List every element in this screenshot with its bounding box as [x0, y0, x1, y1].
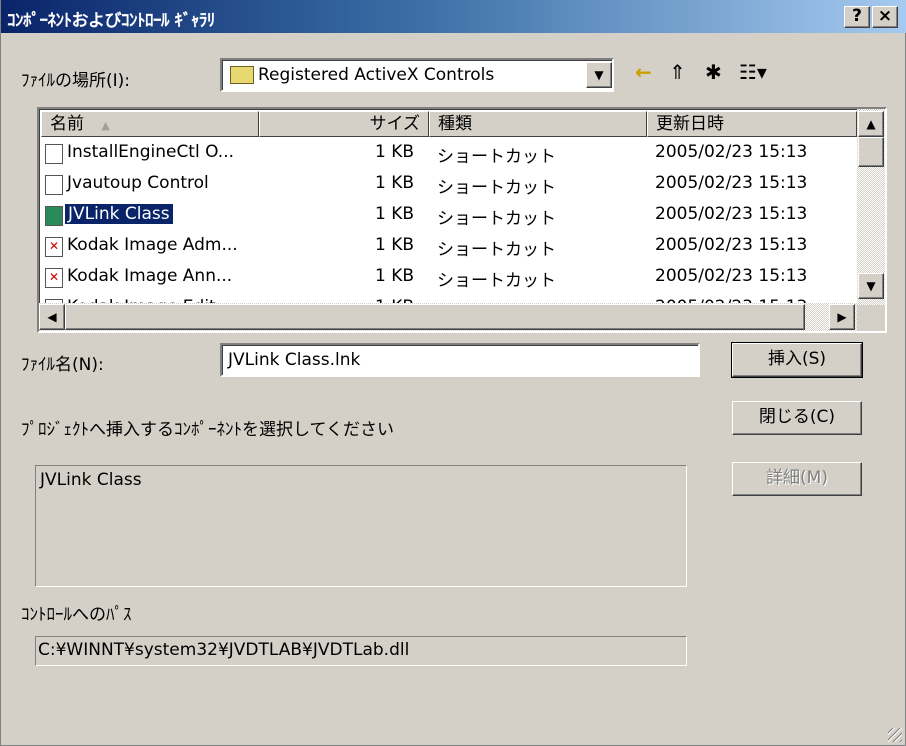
vertical-scroll-thumb[interactable] [858, 137, 884, 167]
item-date: 2005/02/23 15:13 [655, 235, 808, 255]
path-box: C:¥WINNT¥system32¥JVDTLAB¥JVDTLab.dll [35, 636, 687, 666]
scroll-up-icon: ▲ [866, 117, 876, 131]
close-window-button[interactable]: × [872, 6, 898, 28]
close-icon: × [877, 6, 893, 26]
path-label: ｺﾝﾄﾛｰﾙへのﾊﾟｽ [21, 605, 132, 625]
column-size-label: サイズ [369, 114, 421, 134]
location-value: Registered ActiveX Controls [258, 65, 495, 85]
column-header-date[interactable]: 更新日時 [647, 111, 857, 137]
file-list[interactable]: 名前 ▲ サイズ 種類 更新日時 InstallEngineCtl O... 1… [37, 107, 887, 333]
list-item[interactable]: Jvautoup Control 1 KB ショートカット 2005/02/23… [41, 170, 853, 201]
shortcut-icon [45, 144, 63, 164]
item-type: ショートカット [437, 209, 556, 229]
path-value: C:¥WINNT¥system32¥JVDTLAB¥JVDTLab.dll [38, 640, 410, 660]
scroll-left-button[interactable]: ◀ [39, 304, 65, 330]
new-folder-icon[interactable]: ✱ [705, 60, 722, 84]
scroll-up-button[interactable]: ▲ [858, 111, 884, 137]
filename-label: ﾌｧｲﾙ名(N): [21, 355, 104, 375]
close-label: 閉じる(C) [758, 407, 836, 427]
item-name: JVLink Class [65, 204, 173, 224]
scroll-left-icon: ◀ [47, 310, 57, 324]
broken-shortcut-icon: ✕ [45, 237, 63, 257]
filename-value: JVLink Class.lnk [228, 350, 361, 370]
folder-icon [230, 66, 254, 84]
item-name: Jvautoup Control [67, 173, 209, 193]
description-text: JVLink Class [40, 470, 142, 490]
location-dropdown-button[interactable]: ▼ [586, 62, 612, 88]
description-box: JVLink Class [35, 465, 687, 587]
scroll-down-icon: ▼ [866, 279, 876, 293]
item-name: Kodak Image Adm... [67, 235, 238, 255]
item-name: Kodak Image Ann... [67, 266, 233, 286]
list-item[interactable]: InstallEngineCtl O... 1 KB ショートカット 2005/… [41, 139, 853, 170]
help-button[interactable]: ? [844, 6, 870, 28]
column-header-size[interactable]: サイズ [259, 111, 429, 137]
resize-grip[interactable] [888, 728, 902, 742]
item-size: 1 KB [375, 204, 415, 224]
details-button[interactable]: 詳細(M) [732, 462, 862, 496]
up-folder-icon[interactable]: ⇑ [669, 60, 686, 84]
item-type: ショートカット [437, 240, 556, 260]
vertical-scrollbar[interactable]: ▲ ▼ [857, 109, 885, 305]
window-title: ｺﾝﾎﾟｰﾈﾝﾄおよびｺﾝﾄﾛｰﾙ ｷﾞｬﾗﾘ [7, 11, 215, 31]
item-size: 1 KB [375, 235, 415, 255]
scrollbar-corner [857, 305, 885, 331]
scroll-down-button[interactable]: ▼ [858, 273, 884, 299]
item-type: ショートカット [437, 178, 556, 198]
column-header-name[interactable]: 名前 ▲ [41, 111, 259, 137]
sort-ascending-icon: ▲ [101, 119, 110, 132]
list-item[interactable]: ✕ Kodak Image Ann... 1 KB ショートカット 2005/0… [41, 263, 853, 294]
insert-label: 挿入(S) [767, 349, 827, 369]
list-item[interactable]: ✕ Kodak Image Adm... 1 KB ショートカット 2005/0… [41, 232, 853, 263]
item-date: 2005/02/23 15:13 [655, 266, 808, 286]
location-label: ﾌｧｲﾙの場所(I): [21, 71, 131, 91]
details-label: 詳細(M) [766, 468, 828, 488]
item-type: ショートカット [437, 147, 556, 167]
help-icon: ? [852, 6, 862, 26]
item-size: 1 KB [375, 173, 415, 193]
instruction-text: ﾌﾟﾛｼﾞｪｸﾄへ挿入するｺﾝﾎﾟｰﾈﾝﾄを選択してください [21, 420, 394, 440]
horizontal-scrollbar[interactable]: ◀ ▶ [39, 303, 857, 331]
item-date: 2005/02/23 15:13 [655, 142, 808, 162]
close-button[interactable]: 閉じる(C) [732, 401, 862, 435]
filename-input[interactable]: JVLink Class.lnk [220, 343, 700, 377]
back-icon[interactable]: ← [635, 60, 652, 84]
list-item-selected[interactable]: JVLink Class 1 KB ショートカット 2005/02/23 15:… [41, 201, 853, 232]
item-name: InstallEngineCtl O... [67, 142, 235, 162]
scroll-right-icon: ▶ [837, 310, 847, 324]
item-type: ショートカット [437, 271, 556, 291]
item-date: 2005/02/23 15:13 [655, 173, 808, 193]
chevron-down-icon: ▼ [594, 68, 604, 82]
item-size: 1 KB [375, 266, 415, 286]
shortcut-icon [45, 175, 63, 195]
view-menu-icon[interactable]: ☷▾ [739, 60, 767, 84]
title-bar[interactable]: ｺﾝﾎﾟｰﾈﾝﾄおよびｺﾝﾄﾛｰﾙ ｷﾞｬﾗﾘ ? × [1, 0, 906, 33]
location-dropdown[interactable]: Registered ActiveX Controls ▼ [220, 58, 614, 92]
column-name-label: 名前 [50, 114, 84, 134]
insert-button[interactable]: 挿入(S) [731, 342, 863, 378]
shortcut-icon [45, 206, 63, 226]
scroll-right-button[interactable]: ▶ [829, 304, 855, 330]
broken-shortcut-icon: ✕ [45, 268, 63, 288]
component-gallery-dialog: ｺﾝﾎﾟｰﾈﾝﾄおよびｺﾝﾄﾛｰﾙ ｷﾞｬﾗﾘ ? × ﾌｧｲﾙの場所(I): … [0, 0, 906, 746]
item-date: 2005/02/23 15:13 [655, 204, 808, 224]
column-type-label: 種類 [438, 114, 472, 134]
column-header-type[interactable]: 種類 [429, 111, 647, 137]
column-date-label: 更新日時 [656, 114, 724, 134]
item-size: 1 KB [375, 142, 415, 162]
horizontal-scroll-thumb[interactable] [65, 304, 805, 330]
